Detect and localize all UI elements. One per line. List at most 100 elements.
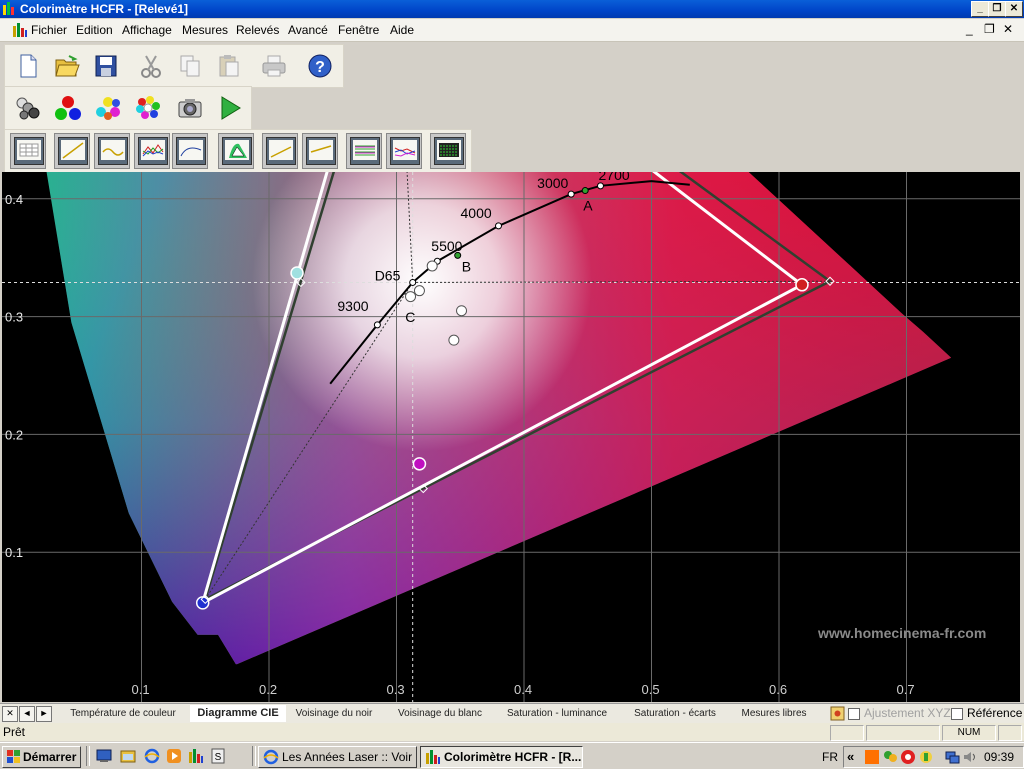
language-indicator[interactable]: FR [822, 750, 838, 764]
print-icon[interactable] [257, 49, 291, 83]
measured-white-point-3 [456, 305, 468, 317]
cie-diagram-icon[interactable] [218, 133, 254, 169]
status-bar: Prêt NUM [0, 723, 1024, 741]
paste-icon[interactable] [212, 49, 246, 83]
menu-aide[interactable]: Aide [390, 23, 414, 37]
help-icon[interactable]: ? [303, 49, 337, 83]
start-button[interactable]: Démarrer [2, 746, 81, 768]
menu-avance[interactable]: Avancé [288, 23, 328, 37]
settings-icon[interactable] [830, 706, 845, 721]
status-text: Prêt [3, 725, 26, 739]
cie-diagram[interactable]: 0.10.20.30.40.50.60.70.10.20.30.40.50.60… [2, 172, 1020, 702]
task-hcfr[interactable]: Colorimètre HCFR - [R... [420, 746, 583, 768]
graph-view-icon[interactable] [10, 133, 46, 169]
temperature-label-4000: 4000 [461, 205, 492, 221]
measure-toolbar [4, 86, 252, 130]
copy-icon[interactable] [173, 49, 207, 83]
update-tray-icon[interactable] [918, 749, 934, 765]
antivirus-tray-icon[interactable] [900, 749, 916, 765]
standard-toolbar: ? [4, 44, 344, 88]
near-black-graph-icon[interactable] [262, 133, 298, 169]
grayscale-measure-icon[interactable] [11, 91, 45, 125]
near-white-graph-icon[interactable] [302, 133, 338, 169]
close-button[interactable]: ✕ [1005, 1, 1023, 17]
scroll-right-icon[interactable]: ► [36, 706, 52, 722]
tab-temperature-couleur[interactable]: Température de couleur [58, 705, 188, 722]
measured-magenta-point [412, 457, 427, 471]
luminance-graph-icon[interactable] [94, 133, 130, 169]
x-tick-label-0.6: 0.6 [769, 682, 787, 697]
measured-white-point-0 [405, 291, 417, 303]
new-document-icon[interactable] [11, 49, 45, 83]
free-measures-icon[interactable] [430, 133, 466, 169]
start-label: Démarrer [23, 750, 77, 764]
app-icon [3, 2, 14, 15]
tab-voisinage-noir[interactable]: Voisinage du noir [288, 705, 380, 722]
menu-affichage[interactable]: Affichage [122, 23, 172, 37]
tab-mesures-libres[interactable]: Mesures libres [732, 705, 816, 722]
scroll-left-icon[interactable]: ◄ [19, 706, 35, 722]
mdi-minimize-button[interactable]: _ [966, 22, 973, 36]
show-desktop-icon[interactable] [96, 748, 112, 764]
menu-releves[interactable]: Relevés [236, 23, 279, 37]
watermark: www.homecinema-fr.com [818, 625, 987, 641]
mdi-close-button[interactable]: ✕ [1003, 22, 1013, 36]
restore-button[interactable]: ❐ [988, 1, 1006, 17]
y-tick-label-0.4: 0.4 [5, 192, 23, 207]
mdi-restore-button[interactable]: ❐ [984, 22, 995, 36]
tab-bar: ✕ ◄ ► Température de couleur Diagramme C… [0, 703, 1024, 723]
temperature-label-2700: 2700 [599, 172, 630, 183]
minimize-button[interactable]: _ [971, 1, 989, 17]
menu-fichier[interactable]: Fichier [31, 23, 67, 37]
tab-saturation-ecarts[interactable]: Saturation - écarts [622, 705, 728, 722]
play-icon[interactable] [213, 91, 247, 125]
menu-mesures[interactable]: Mesures [182, 23, 228, 37]
system-tray: « 09:39 [843, 746, 1024, 768]
open-folder-icon[interactable] [50, 49, 84, 83]
app-quicklaunch-icon[interactable]: S [210, 748, 226, 764]
camera-icon[interactable] [173, 91, 207, 125]
tab-saturation-luminance[interactable]: Saturation - luminance [498, 705, 616, 722]
gamma-graph-icon[interactable] [54, 133, 90, 169]
rgb-graph-icon[interactable] [134, 133, 170, 169]
all-colors-icon[interactable] [131, 91, 165, 125]
taskbar-divider [252, 746, 256, 766]
saturation-shift-icon[interactable] [386, 133, 422, 169]
messenger-tray-icon[interactable] [882, 749, 898, 765]
illuminant-label-C: C [405, 309, 415, 325]
status-panel-2 [866, 725, 940, 741]
saturation-luminance-icon[interactable] [346, 133, 382, 169]
reference-checkbox[interactable] [951, 708, 963, 720]
orange-tray-icon[interactable] [864, 749, 880, 765]
tab-diagramme-cie[interactable]: Diagramme CIE [190, 705, 286, 722]
explorer-icon[interactable] [120, 748, 136, 764]
close-tab-icon[interactable]: ✕ [2, 706, 18, 722]
delta-e-graph-icon[interactable] [172, 133, 208, 169]
hcfr-quicklaunch-icon[interactable] [188, 748, 204, 764]
volume-tray-icon[interactable] [962, 749, 978, 765]
cut-icon[interactable] [134, 49, 168, 83]
save-icon[interactable] [89, 49, 123, 83]
ajustement-xyz-checkbox[interactable] [848, 708, 860, 720]
network-tray-icon[interactable] [944, 749, 960, 765]
reference-label: Référence [967, 706, 1023, 720]
task-browser[interactable]: Les Années Laser :: Voir ... [258, 746, 417, 768]
hcfr-task-icon [426, 750, 440, 764]
cie-chart-canvas: 0.10.20.30.40.50.60.70.10.20.30.40.50.60… [2, 172, 1020, 702]
temperature-label-9300: 9300 [337, 298, 368, 314]
task-hcfr-label: Colorimètre HCFR - [R... [444, 750, 582, 764]
num-lock-indicator: NUM [942, 725, 996, 741]
status-panel-1 [830, 725, 864, 741]
internet-explorer-icon[interactable] [144, 748, 160, 764]
tab-voisinage-blanc[interactable]: Voisinage du blanc [386, 705, 494, 722]
primary-colors-icon[interactable] [51, 91, 85, 125]
x-tick-label-0.1: 0.1 [132, 682, 150, 697]
media-player-icon[interactable] [166, 748, 182, 764]
document-icon[interactable] [12, 22, 28, 38]
secondary-colors-icon[interactable] [91, 91, 125, 125]
tray-expand-button[interactable]: « [847, 749, 854, 764]
menu-edition[interactable]: Edition [76, 23, 113, 37]
y-tick-label-0.3: 0.3 [5, 310, 23, 325]
menu-fenetre[interactable]: Fenêtre [338, 23, 379, 37]
measured-blue-point [195, 596, 210, 610]
